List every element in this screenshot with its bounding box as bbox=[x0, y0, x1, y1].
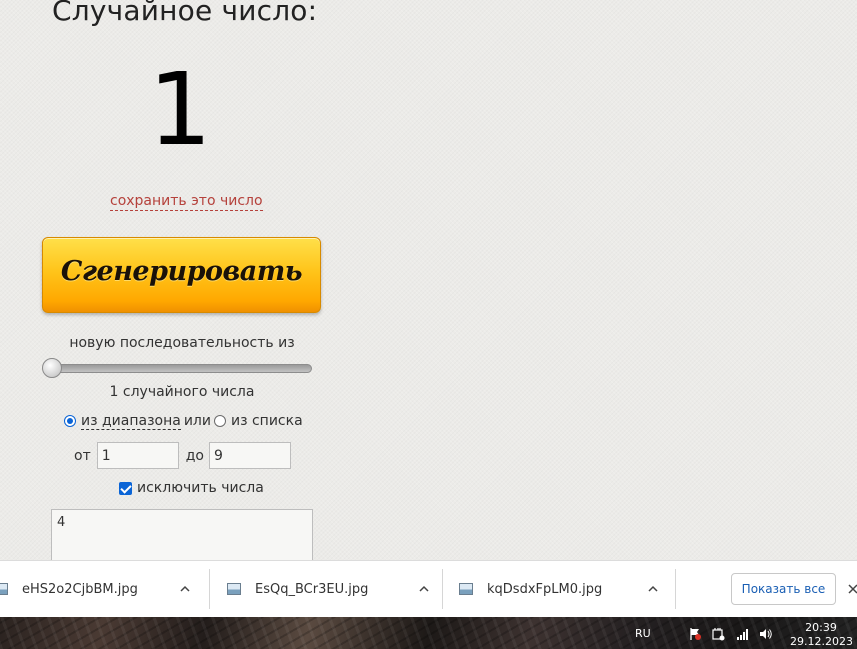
list-mode-label[interactable]: из списка bbox=[231, 413, 303, 429]
generator-page: Случайное число: 1 сохранить это число С… bbox=[0, 0, 857, 579]
download-bar: eHS2o2CjbBM.jpg EsQq_BCr3EU.jpg kqDsdxFp… bbox=[0, 560, 857, 617]
image-file-icon bbox=[459, 583, 473, 595]
clock-date: 29.12.2023 bbox=[790, 635, 852, 648]
download-item[interactable]: kqDsdxFpLM0.jpg bbox=[459, 561, 674, 617]
save-number-link[interactable]: сохранить это число bbox=[110, 192, 263, 211]
download-divider bbox=[442, 569, 443, 609]
exclude-option[interactable]: исключить числа bbox=[119, 480, 264, 496]
download-divider bbox=[675, 569, 676, 609]
download-item[interactable]: eHS2o2CjbBM.jpg bbox=[0, 561, 204, 617]
download-filename: kqDsdxFpLM0.jpg bbox=[487, 581, 603, 597]
count-label: 1 случайного числа bbox=[109, 384, 255, 400]
count-slider-handle[interactable] bbox=[42, 358, 62, 378]
from-label: от bbox=[74, 447, 91, 464]
range-inputs: от до bbox=[74, 442, 291, 469]
range-radio[interactable] bbox=[64, 415, 76, 427]
device-icon[interactable] bbox=[711, 626, 725, 641]
to-label: до bbox=[185, 447, 204, 464]
image-file-icon bbox=[227, 583, 241, 595]
signal-strength-icon[interactable] bbox=[736, 626, 750, 640]
generate-button[interactable]: Сгенерировать bbox=[42, 237, 321, 313]
chevron-up-icon[interactable] bbox=[179, 583, 191, 595]
sequence-label: новую последовательность из bbox=[69, 335, 295, 351]
download-item[interactable]: EsQq_BCr3EU.jpg bbox=[227, 561, 442, 617]
close-icon[interactable] bbox=[846, 581, 857, 597]
range-mode-link[interactable]: из диапазона bbox=[81, 413, 181, 430]
flag-icon[interactable] bbox=[688, 626, 702, 640]
from-input[interactable] bbox=[96, 442, 179, 469]
page-title: Случайное число: bbox=[52, 0, 318, 27]
random-number-result: 1 bbox=[148, 51, 212, 168]
language-indicator[interactable]: RU bbox=[635, 617, 651, 649]
download-divider bbox=[209, 569, 210, 609]
exclude-label[interactable]: исключить числа bbox=[137, 480, 264, 496]
system-clock[interactable]: 20:39 29.12.2023 bbox=[790, 621, 852, 649]
image-file-icon bbox=[0, 583, 8, 595]
or-label: или bbox=[183, 413, 211, 429]
download-filename: EsQq_BCr3EU.jpg bbox=[255, 581, 369, 597]
chevron-up-icon[interactable] bbox=[418, 583, 430, 595]
chevron-up-icon[interactable] bbox=[647, 583, 659, 595]
download-filename: eHS2o2CjbBM.jpg bbox=[22, 581, 138, 597]
show-all-button[interactable]: Показать все bbox=[731, 573, 836, 605]
volume-icon[interactable] bbox=[759, 626, 773, 640]
count-slider-track[interactable] bbox=[48, 364, 312, 373]
to-input[interactable] bbox=[208, 442, 291, 469]
taskbar: RU 20:39 29.12.2023 bbox=[0, 617, 857, 649]
generate-button-label: Сгенерировать bbox=[60, 255, 303, 287]
mode-selector: из диапазона или из списка bbox=[64, 411, 303, 431]
exclude-checkbox[interactable] bbox=[119, 481, 132, 495]
list-radio[interactable] bbox=[213, 415, 226, 427]
clock-time: 20:39 bbox=[805, 621, 837, 634]
